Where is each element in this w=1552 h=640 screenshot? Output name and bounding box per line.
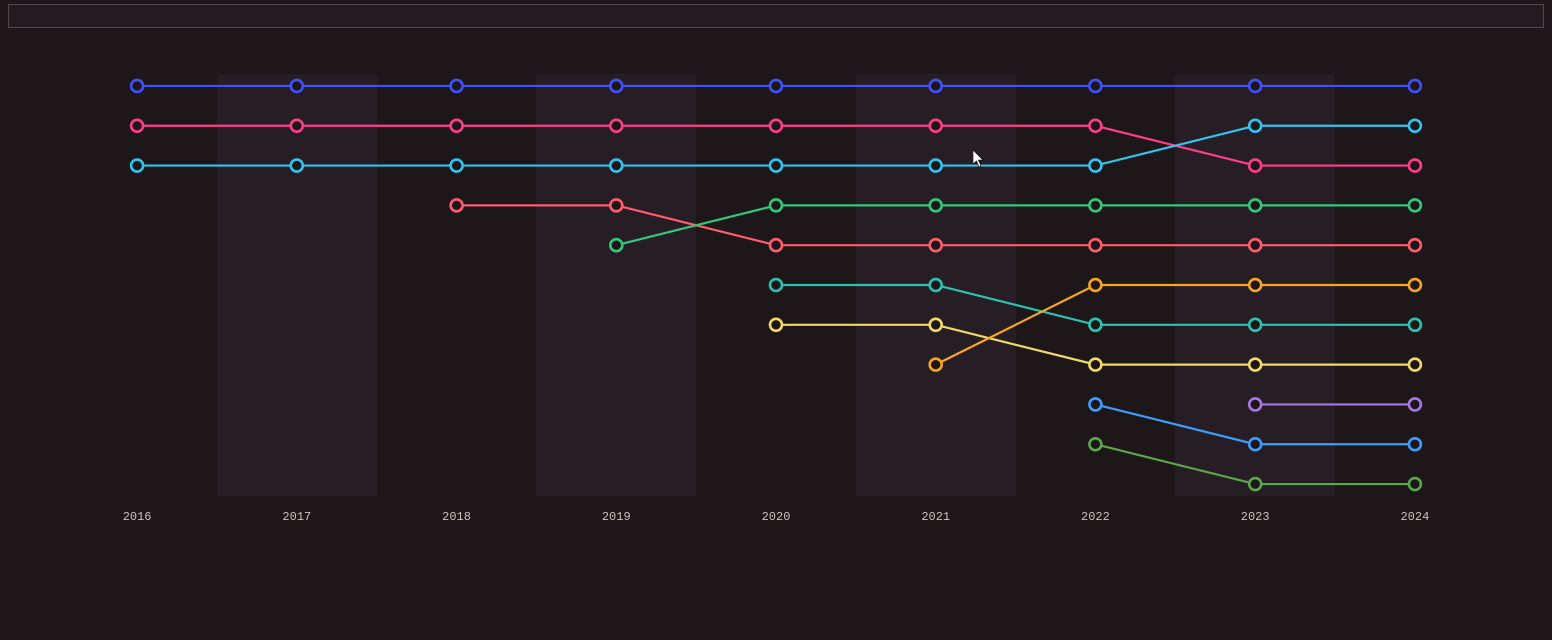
data-point[interactable] (1089, 438, 1101, 450)
data-point[interactable] (1249, 438, 1261, 450)
x-tick: 2019 (602, 510, 631, 524)
data-point[interactable] (770, 80, 782, 92)
data-point[interactable] (451, 160, 463, 172)
data-point[interactable] (1249, 80, 1261, 92)
data-point[interactable] (451, 80, 463, 92)
data-point[interactable] (1409, 478, 1421, 490)
data-point[interactable] (1249, 398, 1261, 410)
data-point[interactable] (1089, 239, 1101, 251)
data-point[interactable] (770, 319, 782, 331)
data-point[interactable] (1409, 398, 1421, 410)
legend-panel (8, 4, 1544, 28)
data-point[interactable] (131, 160, 143, 172)
data-point[interactable] (1089, 359, 1101, 371)
data-point[interactable] (1249, 199, 1261, 211)
data-point[interactable] (930, 279, 942, 291)
data-point[interactable] (291, 160, 303, 172)
data-point[interactable] (1409, 239, 1421, 251)
data-point[interactable] (1089, 319, 1101, 331)
x-axis: 2016 2017 2018 2019 2020 2021 2022 2023 2024 (50, 502, 1502, 530)
data-point[interactable] (1089, 160, 1101, 172)
data-point[interactable] (1249, 120, 1261, 132)
data-point[interactable] (610, 199, 622, 211)
x-tick: 2016 (123, 510, 152, 524)
data-point[interactable] (610, 160, 622, 172)
data-point[interactable] (770, 239, 782, 251)
x-tick: 2024 (1400, 510, 1429, 524)
x-tick: 2023 (1241, 510, 1270, 524)
data-point[interactable] (770, 120, 782, 132)
data-point[interactable] (1249, 478, 1261, 490)
data-point[interactable] (1089, 199, 1101, 211)
series-line-svelte[interactable] (616, 205, 1415, 245)
data-point[interactable] (930, 239, 942, 251)
data-point[interactable] (1249, 359, 1261, 371)
data-point[interactable] (610, 80, 622, 92)
data-point[interactable] (770, 279, 782, 291)
data-point[interactable] (930, 80, 942, 92)
x-tick: 2021 (921, 510, 950, 524)
y-axis-right (1502, 74, 1544, 496)
data-point[interactable] (1249, 319, 1261, 331)
data-point[interactable] (1089, 80, 1101, 92)
chart-svg (50, 74, 1502, 496)
data-point[interactable] (1409, 120, 1421, 132)
data-point[interactable] (1409, 279, 1421, 291)
data-point[interactable] (930, 160, 942, 172)
x-tick: 2017 (282, 510, 311, 524)
data-point[interactable] (610, 120, 622, 132)
data-point[interactable] (1409, 359, 1421, 371)
data-point[interactable] (1409, 160, 1421, 172)
data-point[interactable] (451, 120, 463, 132)
data-point[interactable] (131, 80, 143, 92)
data-point[interactable] (1089, 398, 1101, 410)
y-axis-left (8, 74, 50, 496)
x-tick: 2022 (1081, 510, 1110, 524)
data-point[interactable] (131, 120, 143, 132)
data-point[interactable] (1089, 279, 1101, 291)
data-point[interactable] (1409, 438, 1421, 450)
data-point[interactable] (291, 120, 303, 132)
data-point[interactable] (610, 239, 622, 251)
data-point[interactable] (770, 160, 782, 172)
data-point[interactable] (291, 80, 303, 92)
data-point[interactable] (1409, 319, 1421, 331)
x-tick: 2020 (762, 510, 791, 524)
data-point[interactable] (1089, 120, 1101, 132)
plot-area (50, 74, 1502, 496)
data-point[interactable] (1249, 239, 1261, 251)
data-point[interactable] (930, 359, 942, 371)
data-point[interactable] (451, 199, 463, 211)
data-point[interactable] (1249, 160, 1261, 172)
x-tick: 2018 (442, 510, 471, 524)
data-point[interactable] (1409, 80, 1421, 92)
data-point[interactable] (930, 319, 942, 331)
data-point[interactable] (930, 120, 942, 132)
data-point[interactable] (770, 199, 782, 211)
data-point[interactable] (1249, 279, 1261, 291)
data-point[interactable] (1409, 199, 1421, 211)
rank-chart: 2016 2017 2018 2019 2020 2021 2022 2023 2024 (8, 74, 1544, 530)
data-point[interactable] (930, 199, 942, 211)
